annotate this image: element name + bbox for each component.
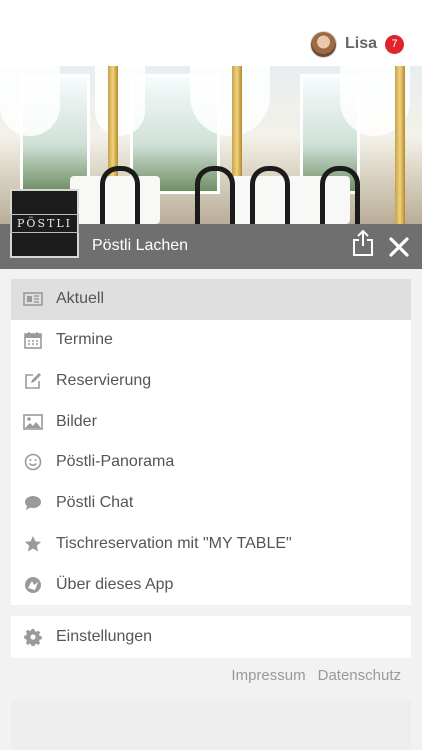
edit-icon <box>23 371 43 391</box>
user-profile[interactable]: Lisa 7 <box>309 28 404 60</box>
menu-item-label: Reservierung <box>56 371 152 389</box>
chair-decor <box>250 166 290 224</box>
notification-badge[interactable]: 7 <box>385 34 404 54</box>
column-decor <box>395 66 405 224</box>
menu-item-label: Einstellungen <box>56 628 153 645</box>
calendar-icon <box>23 330 43 350</box>
settings-section: Einstellungen <box>11 616 411 658</box>
menu-item-panorama[interactable]: Pöstli-Panorama <box>11 442 411 483</box>
app-logo-icon <box>23 575 43 595</box>
share-button[interactable] <box>351 229 375 257</box>
image-icon <box>23 412 43 432</box>
chair-decor <box>100 166 140 224</box>
menu-item-my-table[interactable]: Tischreservation mit "MY TABLE" <box>11 524 411 565</box>
menu-item-label: Pöstli-Panorama <box>56 453 175 471</box>
newspaper-icon <box>23 289 43 309</box>
menu-list: Aktuell Termine Reservierung Bilder Pöst… <box>11 279 411 605</box>
impressum-link[interactable]: Impressum <box>231 667 305 684</box>
menu-item-bilder[interactable]: Bilder <box>11 401 411 442</box>
chair-decor <box>320 166 360 224</box>
place-title: Pöstli Lachen <box>92 237 189 254</box>
menu-item-label: Über dieses App <box>56 575 174 593</box>
close-button[interactable] <box>388 236 410 258</box>
chat-bubble-icon <box>23 493 43 513</box>
menu-item-label: Bilder <box>56 412 97 430</box>
menu-item-chat[interactable]: Pöstli Chat <box>11 483 411 524</box>
menu-item-label: Tischreservation mit "MY TABLE" <box>56 534 292 552</box>
menu-item-label: Aktuell <box>56 290 105 308</box>
smiley-icon <box>23 452 43 472</box>
gear-icon <box>23 627 43 647</box>
menu-item-aktuell[interactable]: Aktuell <box>11 279 411 320</box>
menu-item-label: Pöstli Chat <box>56 494 134 512</box>
username[interactable]: Lisa <box>345 35 377 53</box>
curtain-decor <box>95 66 145 136</box>
star-icon <box>23 534 43 554</box>
chair-decor <box>195 166 235 224</box>
close-icon[interactable] <box>388 236 410 258</box>
menu-item-label: Termine <box>56 331 113 349</box>
curtain-decor <box>0 66 60 136</box>
curtain-decor <box>190 66 270 136</box>
menu-item-reservierung[interactable]: Reservierung <box>11 361 411 402</box>
footer-links: Impressum Datenschutz <box>231 667 401 684</box>
logo-text: PÖSTLI <box>10 214 79 233</box>
bottom-panel <box>11 700 411 750</box>
menu-item-about[interactable]: Über dieses App <box>11 564 411 605</box>
share-icon[interactable] <box>351 229 375 257</box>
datenschutz-link[interactable]: Datenschutz <box>318 667 401 684</box>
top-bar: Lisa 7 <box>0 0 422 66</box>
place-logo: PÖSTLI <box>10 189 79 258</box>
menu-item-termine[interactable]: Termine <box>11 320 411 361</box>
menu-item-settings[interactable]: Einstellungen <box>11 616 411 658</box>
avatar[interactable] <box>309 30 337 58</box>
